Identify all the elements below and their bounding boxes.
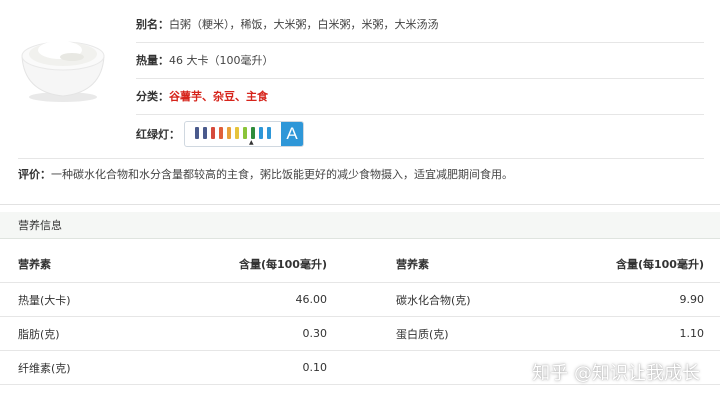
table-row: 热量(大卡) 46.00 碳水化合物(克) 9.90 [0,283,720,317]
calorie-label: 热量： [136,54,169,67]
table-header-cell: 含量(每100毫升) [238,258,327,271]
traffic-bar [235,127,239,139]
rice-porridge-image [21,41,105,102]
nutrient-amount: 9.90 [679,293,705,306]
traffic-light-row: 红绿灯： ▲ A [136,114,704,154]
alias-value: 白粥（粳米），稀饭，大米粥，白米粥，米粥，大米汤汤 [169,18,439,31]
nutrient-name: 碳水化合物(克) [396,293,471,307]
traffic-bar [251,127,255,139]
traffic-bar [211,127,215,139]
alias-label: 别名： [136,18,169,31]
review-label: 评价： [18,168,51,181]
calorie-value: 46 大卡（100毫升） [169,54,274,67]
traffic-light-label: 红绿灯： [136,128,180,141]
review-row: 评价： 一种碳水化合物和水分含量都较高的主食，粥比饭能更好的减少食物摄入，适宜减… [18,158,704,189]
nutrient-amount: 0.10 [302,361,328,374]
nutrient-name: 纤维素(克) [18,361,71,375]
food-summary: 别名： 白粥（粳米），稀饭，大米粥，白米粥，米粥，大米汤汤 热量： 46 大卡（… [0,0,720,205]
traffic-bar [259,127,263,139]
traffic-bar [203,127,207,139]
alias-row: 别名： 白粥（粳米），稀饭，大米粥，白米粥，米粥，大米汤汤 [136,6,704,43]
nutrient-name: 蛋白质(克) [396,327,449,341]
traffic-bar [227,127,231,139]
traffic-grade-badge: A [281,122,303,146]
category-value[interactable]: 谷薯芋、杂豆、主食 [169,88,268,104]
nutrient-amount: 0.30 [302,327,328,340]
nutrient-amount: 46.00 [295,293,328,306]
table-header-cell: 含量(每100毫升) [615,258,704,271]
nutrient-name: 脂肪(克) [18,327,60,341]
traffic-bar [195,127,199,139]
table-header-row: 营养素 含量(每100毫升) 营养素 含量(每100毫升) [0,246,720,283]
nutrition-section-title: 营养信息 [0,212,720,239]
traffic-light-indicator: ▲ A [184,121,304,147]
watermark: 知乎 @知识让我成长 [532,363,700,384]
review-value: 一种碳水化合物和水分含量都较高的主食，粥比饭能更好的减少食物摄入，适宜减肥期间食… [51,168,513,181]
table-row: 脂肪(克) 0.30 蛋白质(克) 1.10 [0,317,720,351]
traffic-light-bars: ▲ [185,122,281,146]
traffic-bar [243,127,247,139]
traffic-bar [219,127,223,139]
category-row: 分类： 谷薯芋、杂豆、主食 [136,78,704,115]
traffic-bar [267,127,271,139]
table-header-cell: 营养素 [396,258,429,271]
nutrient-amount: 1.10 [679,327,705,340]
category-label: 分类： [136,90,169,103]
table-header-cell: 营养素 [18,258,51,271]
nutrient-name: 热量(大卡) [18,293,71,307]
calorie-row: 热量： 46 大卡（100毫升） [136,42,704,79]
pointer-icon: ▲ [249,139,254,146]
